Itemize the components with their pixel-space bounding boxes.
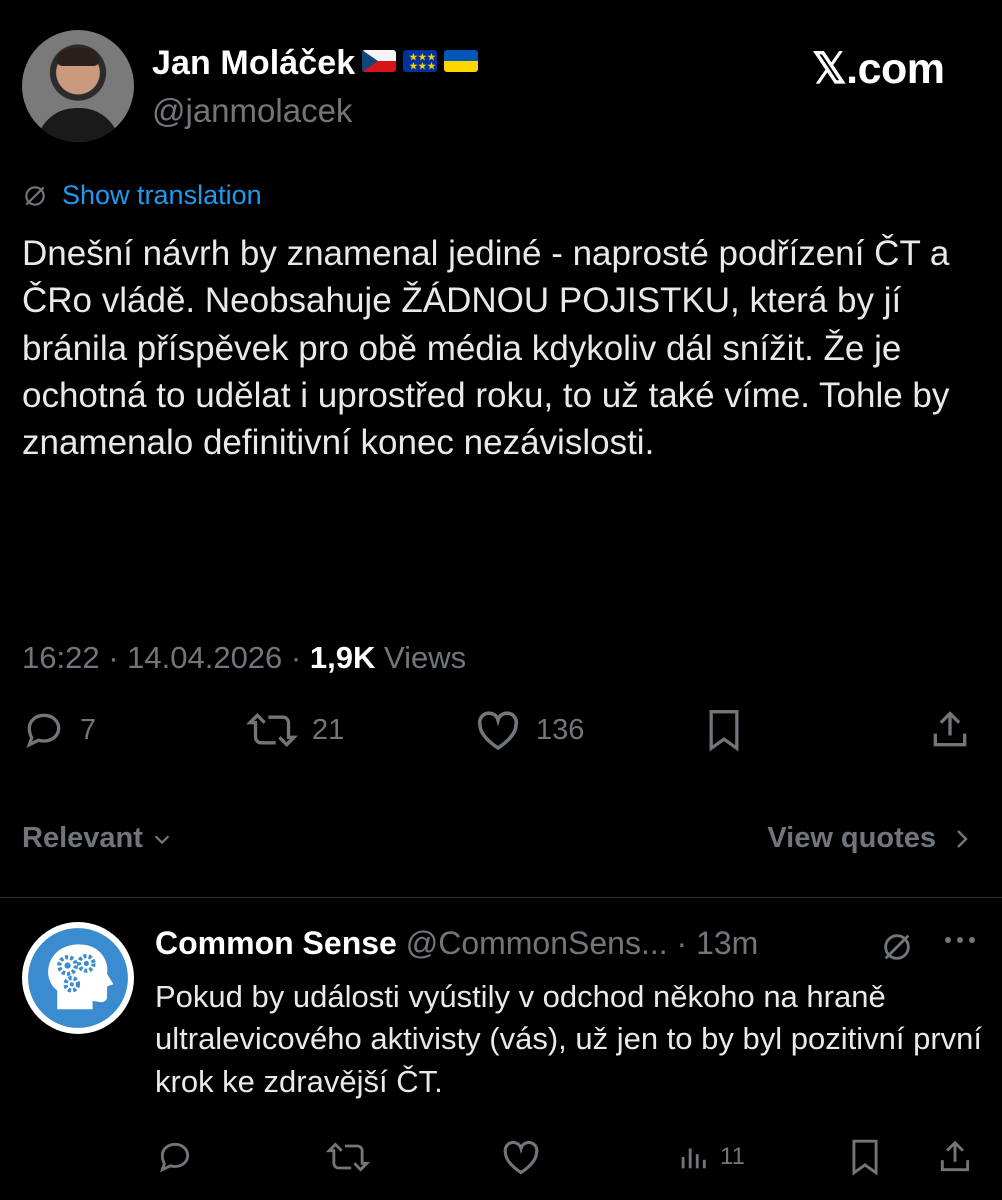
view-quotes-link[interactable]: View quotes (767, 822, 972, 855)
reply-button[interactable]: 7 (22, 708, 96, 752)
bar-chart-icon (681, 1148, 706, 1169)
chevron-right-icon (957, 829, 968, 848)
ukraine-flag-icon (444, 50, 479, 72)
share-icon (933, 711, 967, 747)
bookmark-icon (709, 710, 739, 752)
reply-bookmark-button[interactable] (848, 1138, 882, 1176)
author-handle[interactable]: @janmolacek (152, 92, 352, 130)
divider (0, 897, 1002, 898)
reply-avatar[interactable] (22, 922, 134, 1034)
globe-off-icon (884, 934, 910, 960)
reply-icon (159, 1142, 190, 1173)
like-count: 136 (536, 713, 585, 746)
views-label: Views (383, 640, 467, 675)
reply-views-count: 11 (720, 1143, 745, 1170)
tweet-date[interactable]: 14.04.2026 (127, 640, 282, 675)
reply-time[interactable]: · 13m (677, 925, 759, 961)
author-name[interactable]: Jan Moláček (152, 44, 479, 83)
show-translation-link[interactable]: Show translation (22, 180, 262, 211)
reply-header: Common Sense @CommonSens... · 13m (155, 925, 758, 962)
brand-logo: 𝕏.com (812, 45, 945, 93)
like-button[interactable]: 136 (474, 708, 584, 752)
sort-label: Relevant (22, 822, 143, 854)
share-button[interactable] (928, 708, 972, 752)
meta-separator: · (282, 640, 310, 675)
repost-count: 21 (312, 713, 345, 746)
tweet-text: Dnešní návrh by znamenal jediné - napros… (22, 234, 950, 463)
tweet-action-bar: 7 21 136 (0, 708, 1002, 772)
reply-action-bar: 11 (0, 1138, 1002, 1182)
bookmark-icon (852, 1139, 878, 1176)
reply-views-button[interactable]: 11 (676, 1138, 745, 1176)
share-icon (940, 1140, 970, 1172)
czech-flag-icon (362, 50, 397, 72)
reply-reply-button[interactable] (156, 1138, 194, 1176)
reply-icon (26, 713, 61, 748)
tweet-time[interactable]: 16:22 (22, 640, 100, 675)
repost-icon (326, 1142, 370, 1172)
author-name-text: Jan Moláček (152, 44, 356, 82)
repost-button[interactable]: 21 (246, 708, 344, 752)
globe-off-icon (25, 185, 45, 206)
views-count: 1,9K (309, 640, 376, 675)
show-translation-label: Show translation (62, 180, 262, 210)
reply-text: Pokud by události vyústily v odchod něko… (155, 979, 983, 1099)
reply-like-button[interactable] (500, 1138, 542, 1176)
reply-sort-dropdown[interactable]: Relevant (22, 822, 173, 855)
author-avatar[interactable] (22, 30, 134, 142)
reply-author-handle[interactable]: @CommonSens... (406, 925, 668, 961)
tweet-meta: 16:22 · 14.04.2026 · 1,9K Views (22, 640, 466, 676)
more-icon (945, 937, 975, 943)
bookmark-button[interactable] (704, 708, 744, 752)
view-quotes-label: View quotes (767, 822, 936, 854)
repost-icon (246, 712, 298, 748)
reply-share-button[interactable] (936, 1138, 974, 1176)
reply-count: 7 (80, 713, 97, 746)
chevron-down-icon (154, 834, 170, 844)
more-options-button[interactable] (940, 925, 980, 963)
head-gears-icon (28, 928, 128, 1028)
reply-repost-button[interactable] (326, 1138, 370, 1176)
reply-author-name[interactable]: Common Sense (155, 925, 397, 961)
heart-icon (477, 711, 519, 751)
reply-translate-button[interactable] (880, 930, 914, 969)
meta-separator: · (99, 640, 128, 675)
eu-flag-icon (403, 50, 438, 72)
heart-icon (503, 1140, 539, 1175)
